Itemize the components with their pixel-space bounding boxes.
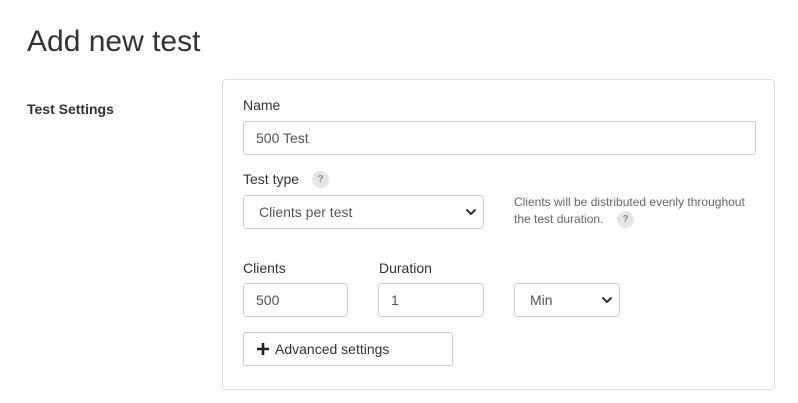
- test-settings-panel: Name Test type ? Clients per test Client…: [222, 79, 775, 390]
- advanced-settings-label: Advanced settings: [275, 341, 390, 357]
- test-type-hint: Clients will be distributed evenly throu…: [514, 194, 754, 228]
- duration-unit-select[interactable]: Min: [514, 283, 620, 317]
- chevron-down-icon: [602, 297, 612, 303]
- test-type-label: Test type: [243, 171, 300, 187]
- section-label-test-settings: Test Settings: [27, 101, 114, 117]
- plus-icon: [257, 343, 269, 355]
- name-input[interactable]: [243, 121, 756, 155]
- duration-unit-selected-value: Min: [530, 292, 553, 308]
- hint-help-icon[interactable]: ?: [617, 211, 634, 228]
- test-type-selected-value: Clients per test: [259, 204, 353, 220]
- test-type-select[interactable]: Clients per test: [243, 195, 484, 229]
- duration-input[interactable]: [378, 283, 484, 317]
- page: Add new test Test Settings Name Test typ…: [0, 0, 798, 403]
- chevron-down-icon: [466, 209, 476, 215]
- clients-label: Clients: [243, 260, 286, 276]
- clients-input[interactable]: [243, 283, 348, 317]
- page-title: Add new test: [27, 25, 201, 58]
- test-type-help-icon[interactable]: ?: [312, 171, 329, 188]
- advanced-settings-button[interactable]: Advanced settings: [243, 332, 453, 366]
- name-label: Name: [243, 97, 281, 113]
- duration-label: Duration: [379, 260, 432, 276]
